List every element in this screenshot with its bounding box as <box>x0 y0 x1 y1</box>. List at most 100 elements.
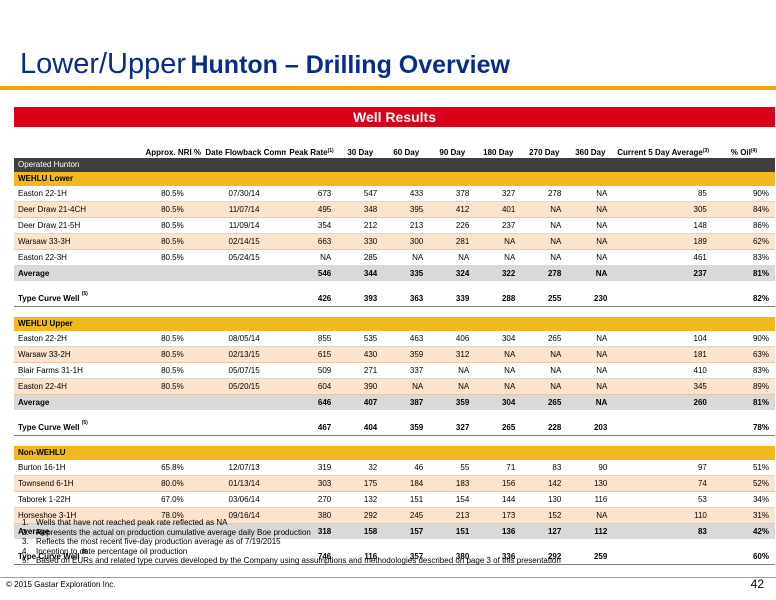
section-row: WEHLU Lower <box>14 172 775 186</box>
table-cell: 237 <box>475 217 522 234</box>
table-cell: 855 <box>285 331 338 347</box>
table-cell: 426 <box>285 291 338 307</box>
table-cell: Burton 16-1H <box>14 460 143 476</box>
table-cell: 112 <box>567 523 614 539</box>
footnote-ref: (5) <box>81 291 88 297</box>
table-cell: 410 <box>613 362 713 379</box>
table-cell: Blair Farms 31-1H <box>14 362 143 379</box>
table-cell: 354 <box>285 217 338 234</box>
column-header: 180 Day <box>483 148 514 157</box>
table-cell: 281 <box>429 233 476 250</box>
table-cell: Type Curve Well (5) <box>14 291 143 307</box>
table-cell: 304 <box>475 331 522 347</box>
table-cell: 378 <box>429 186 476 202</box>
table-cell: 265 <box>475 420 522 436</box>
table-cell: 535 <box>337 331 384 347</box>
table-row: Warsaw 33-2H 80.5% 02/13/15 615 430 359 312 NA N… <box>14 346 775 363</box>
spacer-row <box>14 410 775 420</box>
table-row: Warsaw 33-3H 80.5% 02/14/15 663 330 300 281 NA N… <box>14 233 775 250</box>
table-cell: 154 <box>429 491 476 508</box>
well-results-table: Approx. NRI % Date Flowback CommencedPeak… <box>14 130 775 575</box>
type-curve-row: Type Curve Well (5) 426 393 363 339 288 255 230… <box>14 291 775 307</box>
table-cell: 80.5% <box>142 378 203 395</box>
table-cell: 82% <box>712 291 775 307</box>
section-row: Non-WEHLU <box>14 446 775 460</box>
table-cell: 80.5% <box>142 362 203 379</box>
table-cell: 81% <box>712 265 775 281</box>
table-cell: 404 <box>337 420 384 436</box>
column-header: % Oil(4) <box>730 148 757 157</box>
table-cell: 110 <box>613 507 713 524</box>
table-cell: 80.5% <box>142 186 203 202</box>
table-cell: Taborek 1-22H <box>14 491 143 508</box>
table-cell: 406 <box>429 331 476 347</box>
footnote-number: 5. <box>22 556 29 565</box>
table-cell: 278 <box>521 186 568 202</box>
table-cell: NA <box>567 186 614 202</box>
table-row: Townsend 6-1H 80.0% 01/13/14 303 175 184 183 15… <box>14 475 775 492</box>
column-header: Current 5 Day Average(3) <box>617 148 709 157</box>
table-cell: 34% <box>712 491 775 508</box>
table-cell: 390 <box>337 378 384 395</box>
table-cell: Easton 22-3H <box>14 249 143 266</box>
table-cell: 300 <box>383 233 430 250</box>
table-cell <box>142 265 203 281</box>
table-cell: 02/14/15 <box>202 233 286 250</box>
table-cell: 01/13/14 <box>202 475 286 492</box>
spacer-cell <box>14 410 775 420</box>
table-cell: NA <box>521 346 568 363</box>
table-cell: Average <box>14 265 143 281</box>
spacer-cell <box>14 565 775 576</box>
table-cell: 144 <box>475 491 522 508</box>
table-cell: 181 <box>613 346 713 363</box>
table-cell: 130 <box>521 491 568 508</box>
footnote-number: 4. <box>22 546 29 556</box>
table-cell: 07/30/14 <box>202 186 286 202</box>
table-row: Burton 16-1H 65.8% 12/07/13 319 32 46 55 71 83 90… <box>14 460 775 476</box>
average-row: Average 546 344 335 324 322 278 NA 237 81% <box>14 265 775 281</box>
table-cell: 359 <box>383 420 430 436</box>
footnote-text: Based on EURs and related type curves de… <box>36 556 561 565</box>
table-cell: 387 <box>383 394 430 410</box>
table-cell: 363 <box>383 291 430 307</box>
table-cell: Type Curve Well (5) <box>14 420 143 436</box>
table-cell: NA <box>475 249 522 266</box>
table-row: Easton 22-2H 80.5% 08/05/14 855 535 463 406 304… <box>14 331 775 347</box>
table-cell <box>613 420 713 436</box>
column-header: Date Flowback Commenced <box>205 148 286 157</box>
table-cell: NA <box>521 217 568 234</box>
table-cell: 130 <box>567 475 614 492</box>
table-cell: 80.0% <box>142 475 203 492</box>
section-label: WEHLU Lower <box>14 172 775 186</box>
table-cell: 324 <box>429 265 476 281</box>
table-cell: NA <box>567 394 614 410</box>
table-cell: NA <box>429 249 476 266</box>
footnote-ref: (3) <box>702 148 709 154</box>
table-cell: 02/13/15 <box>202 346 286 363</box>
table-cell: NA <box>567 346 614 363</box>
table-cell: 303 <box>285 475 338 492</box>
spacer-row <box>14 307 775 318</box>
table-row: Deer Draw 21-5H 80.5% 11/09/14 354 212 213 226… <box>14 217 775 234</box>
table-cell: 74 <box>613 475 713 492</box>
table-cell: 189 <box>613 233 713 250</box>
table-cell: 83 <box>521 460 568 476</box>
table-cell: 345 <box>613 378 713 395</box>
footnote-text: Inception to date percentage oil product… <box>36 546 188 556</box>
table-cell: NA <box>383 378 430 395</box>
table-cell: 344 <box>337 265 384 281</box>
table-cell: 401 <box>475 201 522 218</box>
table-cell: 80.5% <box>142 233 203 250</box>
table-cell: 285 <box>337 249 384 266</box>
table-cell: 05/24/15 <box>202 249 286 266</box>
footnote-item: 2. Represents the actual on production cu… <box>22 528 561 538</box>
column-header: 30 Day <box>347 148 374 157</box>
table-cell: 335 <box>383 265 430 281</box>
table-cell: 646 <box>285 394 338 410</box>
table-cell: 407 <box>337 394 384 410</box>
table-cell: 312 <box>429 346 476 363</box>
table-row: Deer Draw 21-4CH 80.5% 11/07/14 495 348 395 41… <box>14 201 775 218</box>
table-cell: 255 <box>521 291 568 307</box>
table-cell: 395 <box>383 201 430 218</box>
table-cell: 85 <box>613 186 713 202</box>
